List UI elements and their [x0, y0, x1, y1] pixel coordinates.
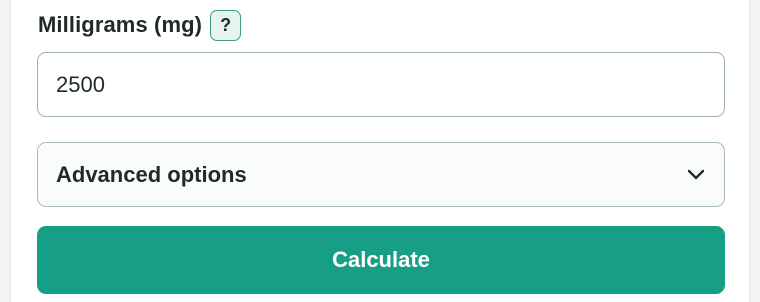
- milligrams-input[interactable]: [56, 71, 706, 98]
- chevron-down-icon: [686, 165, 706, 185]
- calculator-card: Milligrams (mg) ? Advanced options Calcu…: [10, 0, 750, 302]
- calculate-button[interactable]: Calculate: [37, 226, 725, 294]
- milligrams-label: Milligrams (mg): [38, 12, 203, 37]
- advanced-options-toggle[interactable]: Advanced options: [37, 142, 725, 207]
- milligrams-input-box[interactable]: [37, 52, 725, 117]
- advanced-options-label: Advanced options: [56, 161, 247, 187]
- field-label-row: Milligrams (mg) ?: [38, 8, 242, 42]
- help-button[interactable]: ?: [210, 9, 242, 41]
